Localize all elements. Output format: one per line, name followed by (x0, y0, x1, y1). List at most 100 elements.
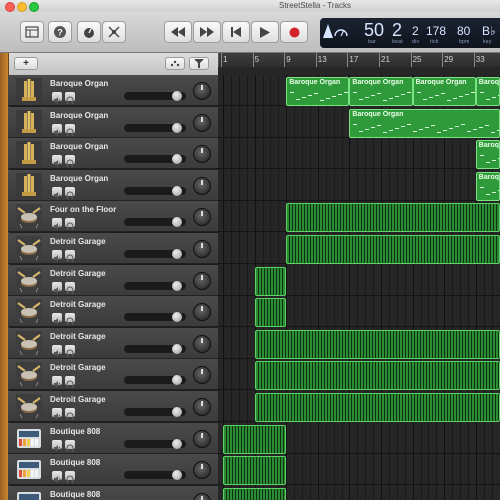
track-name[interactable]: Detroit Garage (50, 363, 106, 372)
arrange-area[interactable]: Baroque Organ Baroque Organ Baroque Organ B… (218, 75, 500, 500)
track-header[interactable]: Baroque Organ (8, 138, 218, 170)
track-name[interactable]: Baroque Organ (50, 111, 108, 120)
volume-slider[interactable] (124, 185, 186, 196)
volume-slider-knob[interactable] (171, 343, 182, 354)
drummer-instrument-icon[interactable] (16, 362, 42, 388)
mute-button[interactable] (52, 186, 62, 199)
midi-region[interactable]: Baroque Organ (475, 140, 500, 170)
drummer-region[interactable] (286, 235, 500, 264)
drummer-region[interactable] (254, 266, 287, 296)
pan-knob[interactable] (193, 82, 211, 100)
track-name[interactable]: Detroit Garage (50, 332, 106, 341)
808-instrument-icon[interactable] (16, 457, 42, 482)
track-header[interactable]: Four on the Floor (8, 201, 218, 233)
organ-instrument-icon[interactable] (16, 78, 42, 103)
pan-knob[interactable] (193, 208, 211, 227)
track-header[interactable]: Baroque Organ (8, 75, 218, 106)
volume-slider[interactable] (124, 375, 186, 386)
drummer-region[interactable] (286, 203, 500, 233)
organ-instrument-icon[interactable] (16, 172, 42, 198)
organ-instrument-icon[interactable] (16, 109, 42, 135)
mute-button[interactable] (52, 471, 62, 484)
midi-region[interactable]: Baroque Organ (286, 77, 350, 106)
solo-button[interactable] (65, 281, 75, 294)
track-name[interactable]: Four on the Floor (50, 205, 116, 214)
drummer-region[interactable] (223, 424, 287, 454)
pan-knob[interactable] (193, 398, 211, 416)
drummer-region[interactable] (223, 487, 287, 500)
track-name[interactable]: Baroque Organ (50, 174, 108, 183)
volume-slider-knob[interactable] (171, 470, 182, 481)
volume-slider-knob[interactable] (171, 91, 182, 101)
solo-button[interactable] (65, 123, 75, 136)
pan-knob[interactable] (193, 334, 211, 353)
track-header[interactable]: Detroit Garage (8, 296, 218, 328)
mute-button[interactable] (52, 123, 62, 136)
track-name[interactable]: Detroit Garage (50, 395, 106, 404)
track-name[interactable]: Boutique 808 (50, 490, 100, 499)
track-header[interactable]: Baroque Organ (8, 169, 218, 201)
track-header[interactable]: Boutique 808 (8, 454, 218, 486)
fast-forward-button[interactable] (193, 21, 221, 43)
solo-button[interactable] (65, 218, 75, 231)
volume-slider[interactable] (124, 91, 186, 101)
solo-button[interactable] (65, 344, 75, 357)
drummer-instrument-icon[interactable] (16, 267, 42, 293)
mute-button[interactable] (52, 92, 62, 104)
track-header[interactable]: Detroit Garage (8, 359, 218, 391)
record-button[interactable] (280, 21, 308, 43)
drummer-instrument-icon[interactable] (16, 330, 42, 356)
volume-slider-knob[interactable] (171, 375, 182, 386)
drummer-region[interactable] (223, 456, 287, 486)
track-header[interactable]: Detroit Garage (8, 391, 218, 422)
drummer-instrument-icon[interactable] (16, 236, 42, 261)
smart-controls-button[interactable] (77, 21, 101, 43)
go-to-beginning-button[interactable] (222, 21, 250, 43)
pan-knob[interactable] (193, 113, 211, 132)
volume-slider[interactable] (124, 470, 186, 481)
volume-slider[interactable] (124, 280, 186, 291)
mute-button[interactable] (52, 250, 62, 262)
catch-button[interactable] (165, 57, 185, 70)
mute-button[interactable] (52, 281, 62, 294)
track-lane[interactable] (218, 170, 500, 201)
pan-knob[interactable] (193, 461, 211, 480)
track-name[interactable]: Boutique 808 (50, 458, 100, 467)
track-name[interactable]: Detroit Garage (50, 237, 106, 246)
solo-button[interactable] (65, 186, 75, 199)
volume-slider[interactable] (124, 154, 186, 165)
midi-region[interactable]: Baroque Organ (475, 77, 500, 106)
track-header[interactable]: Boutique 808 (8, 422, 218, 454)
track-name[interactable]: Baroque Organ (50, 142, 108, 151)
mute-button[interactable] (52, 376, 62, 389)
808-instrument-icon[interactable] (16, 426, 42, 451)
solo-button[interactable] (65, 313, 75, 326)
track-name[interactable]: Detroit Garage (50, 300, 106, 309)
track-name[interactable]: Baroque Organ (50, 79, 108, 88)
solo-button[interactable] (65, 439, 75, 452)
volume-slider-knob[interactable] (171, 407, 182, 417)
library-button[interactable] (20, 21, 44, 43)
pan-knob[interactable] (193, 429, 211, 448)
solo-button[interactable] (65, 92, 75, 104)
solo-button[interactable] (65, 250, 75, 262)
lcd-display[interactable]: 50 2 2 178 80 B♭ bar beat div tick bpm k… (320, 18, 500, 48)
track-lane[interactable] (218, 138, 500, 170)
volume-slider[interactable] (124, 122, 186, 133)
midi-region[interactable]: Baroque Organ (349, 77, 413, 106)
track-header[interactable]: Baroque Organ (8, 106, 218, 138)
volume-slider-knob[interactable] (171, 280, 182, 291)
drummer-instrument-icon[interactable] (16, 394, 42, 419)
volume-slider-knob[interactable] (171, 312, 182, 323)
pan-knob[interactable] (193, 145, 211, 164)
add-track-button[interactable]: + (14, 57, 38, 70)
volume-slider[interactable] (124, 343, 186, 354)
drummer-region[interactable] (254, 298, 287, 328)
drummer-region[interactable] (254, 329, 500, 359)
mute-button[interactable] (52, 408, 62, 420)
editors-button[interactable] (102, 21, 126, 43)
volume-slider-knob[interactable] (171, 217, 182, 228)
pan-knob[interactable] (193, 303, 211, 322)
drummer-instrument-icon[interactable] (16, 299, 42, 325)
midi-region[interactable]: Baroque Organ (475, 171, 500, 201)
